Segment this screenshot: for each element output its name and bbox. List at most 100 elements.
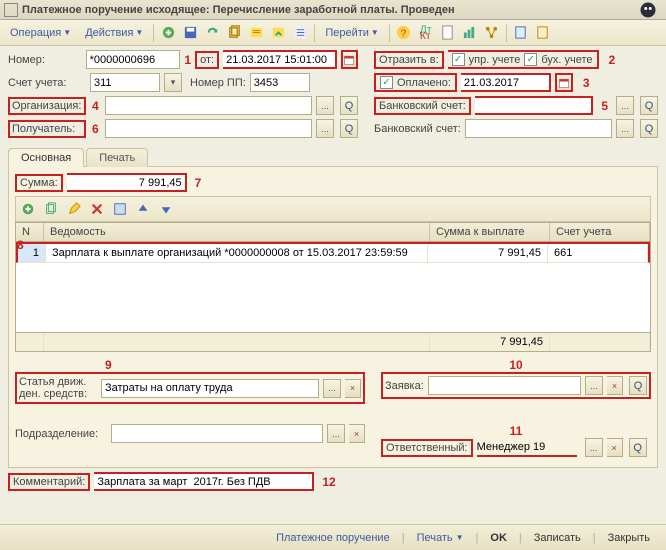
responsible-clear[interactable]: ×: [607, 438, 623, 457]
org-field[interactable]: [105, 96, 312, 115]
list-icon[interactable]: [290, 23, 310, 43]
grid: N Ведомость Сумма к выплате Счет учета 1…: [15, 222, 651, 352]
paid-checkbox[interactable]: [380, 76, 393, 89]
pp-label: Номер ПП:: [190, 77, 246, 89]
post-icon[interactable]: [246, 23, 266, 43]
account-select[interactable]: ▾: [164, 73, 182, 92]
toolbar: Операция▼ Действия▼ Перейти▼ ? ДтКт: [0, 20, 666, 46]
request-lookup[interactable]: Q: [629, 376, 647, 395]
mark-5: 5: [601, 99, 608, 113]
recipient-lookup[interactable]: Q: [340, 119, 358, 138]
upr-checkbox[interactable]: [452, 53, 465, 66]
grid-select-icon[interactable]: [110, 199, 130, 219]
mark-12: 12: [322, 475, 335, 489]
actions-menu[interactable]: Действия▼: [79, 25, 149, 41]
account-field[interactable]: [90, 73, 160, 92]
mark-11: 11: [510, 424, 523, 438]
bottom-bar: Платежное поручение | Печать▼ | OK | Зап…: [0, 524, 666, 550]
request-field[interactable]: [428, 376, 581, 395]
print-button[interactable]: Печать▼: [409, 529, 472, 547]
doc-icon[interactable]: [438, 23, 458, 43]
account-label: Счет учета:: [8, 77, 86, 89]
ok-button[interactable]: OK: [482, 529, 515, 547]
mark-4: 4: [92, 99, 99, 113]
request-clear[interactable]: ×: [607, 376, 623, 395]
bank-field[interactable]: [475, 96, 594, 115]
grid-add-icon[interactable]: [18, 199, 38, 219]
paid-label: Оплачено:: [397, 77, 451, 89]
col-sum[interactable]: Сумма к выплате: [430, 223, 550, 241]
recipient-field[interactable]: [105, 119, 312, 138]
bukh-checkbox[interactable]: [524, 53, 537, 66]
tab-print[interactable]: Печать: [86, 148, 148, 167]
movement-field[interactable]: [101, 379, 319, 398]
date-field[interactable]: [223, 50, 337, 69]
movement-label1: Статья движ.: [19, 376, 97, 388]
mark-2: 2: [609, 53, 616, 67]
number-label: Номер:: [8, 54, 82, 66]
tab-panel: Сумма: 7 8 N Ведомость Сумма к выплате С…: [8, 166, 658, 468]
col-doc[interactable]: Ведомость: [44, 223, 430, 241]
request-select[interactable]: ...: [585, 376, 603, 395]
comment-field[interactable]: [94, 472, 314, 491]
structure-icon[interactable]: [482, 23, 502, 43]
paid-calendar-button[interactable]: [555, 73, 573, 92]
bank2-select[interactable]: ...: [616, 119, 634, 138]
responsible-lookup[interactable]: Q: [629, 438, 647, 457]
help-icon[interactable]: ?: [394, 23, 414, 43]
bank2-field[interactable]: [465, 119, 612, 138]
refresh-icon[interactable]: [202, 23, 222, 43]
responsible-select[interactable]: ...: [585, 438, 603, 457]
operation-menu[interactable]: Операция▼: [4, 25, 77, 41]
copy-icon[interactable]: [224, 23, 244, 43]
movement-label2: ден. средств:: [19, 388, 97, 400]
division-clear[interactable]: ×: [349, 424, 365, 443]
settings-icon[interactable]: [533, 23, 553, 43]
division-select[interactable]: ...: [327, 424, 345, 443]
tab-main[interactable]: Основная: [8, 148, 84, 167]
request-label: Заявка:: [385, 380, 424, 392]
save-button[interactable]: Записать: [526, 529, 589, 547]
cell-acc: 661: [548, 244, 648, 262]
goto-menu[interactable]: Перейти▼: [319, 25, 385, 41]
grid-copy-icon[interactable]: [41, 199, 61, 219]
footer-sum: 7 991,45: [430, 333, 550, 351]
report-icon[interactable]: [511, 23, 531, 43]
bank2-lookup[interactable]: Q: [640, 119, 658, 138]
paid-date-field[interactable]: [461, 73, 551, 92]
mark-10: 10: [509, 358, 522, 372]
grid-row[interactable]: 1 Зарплата к выплате организаций *000000…: [16, 242, 650, 263]
grid-up-icon[interactable]: [133, 199, 153, 219]
number-field[interactable]: [86, 50, 181, 69]
division-field[interactable]: [111, 424, 323, 443]
org-lookup[interactable]: Q: [340, 96, 358, 115]
pp-field[interactable]: [250, 73, 310, 92]
bank-lookup[interactable]: Q: [640, 96, 658, 115]
bank-select[interactable]: ...: [616, 96, 634, 115]
org-select[interactable]: ...: [316, 96, 334, 115]
mark-8: 8: [17, 238, 24, 252]
date-calendar-button[interactable]: [341, 50, 358, 69]
sum-field[interactable]: [67, 173, 187, 192]
movement-select[interactable]: ...: [323, 379, 341, 398]
add-icon[interactable]: [158, 23, 178, 43]
grid-delete-icon[interactable]: [87, 199, 107, 219]
division-label: Подразделение:: [15, 428, 107, 440]
post2-icon[interactable]: [268, 23, 288, 43]
grid-down-icon[interactable]: [156, 199, 176, 219]
responsible-label: Ответственный:: [381, 439, 473, 457]
dk-icon[interactable]: ДтКт: [416, 23, 436, 43]
col-acc[interactable]: Счет учета: [550, 223, 650, 241]
close-button[interactable]: Закрыть: [600, 529, 658, 547]
bank-label: Банковский счет:: [374, 97, 471, 115]
grid-edit-icon[interactable]: [64, 199, 84, 219]
save-icon[interactable]: [180, 23, 200, 43]
recipient-select[interactable]: ...: [316, 119, 334, 138]
responsible-field[interactable]: [477, 439, 577, 457]
chart-icon[interactable]: [460, 23, 480, 43]
payment-order-button[interactable]: Платежное поручение: [268, 529, 398, 547]
sum-label: Сумма:: [15, 174, 63, 192]
svg-text:Кт: Кт: [420, 31, 431, 40]
movement-clear[interactable]: ×: [345, 379, 361, 398]
grid-footer: 7 991,45: [16, 332, 650, 351]
